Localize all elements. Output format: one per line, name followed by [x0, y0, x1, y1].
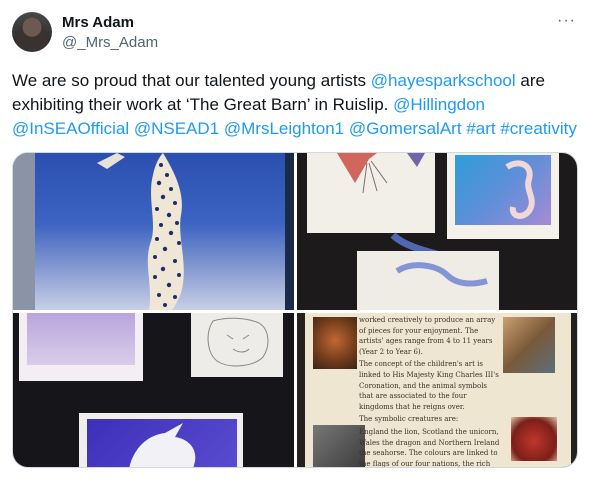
lion-artwork: [313, 317, 357, 369]
tweet-text: We are so proud that our talented young …: [12, 69, 578, 141]
media-photo-1[interactable]: [13, 153, 294, 310]
poster-paragraph: England the lion, Scotland the unicorn, …: [359, 427, 500, 468]
hashtag-link[interactable]: #art: [466, 119, 495, 138]
unicorn-photo: [313, 425, 365, 467]
mention-link[interactable]: @NSEAD1: [134, 119, 219, 138]
mention-link[interactable]: @InSEAOfficial: [12, 119, 129, 138]
poster-paragraph: worked creatively to produce an array of…: [359, 316, 496, 356]
media-photo-4[interactable]: worked creatively to produce an array of…: [297, 313, 577, 468]
unicorn-sketch-figure: [395, 262, 488, 287]
poster-paragraph: The concept of the children's art is lin…: [359, 360, 499, 411]
media-photo-3[interactable]: [13, 313, 294, 467]
poster-paragraph: The symbolic creatures are:: [359, 415, 459, 424]
hashtag-link[interactable]: #creativity: [500, 119, 577, 138]
poster-text: worked creatively to produce an array of…: [359, 315, 501, 468]
collage-artwork: [503, 317, 555, 373]
tweet-text-part: We are so proud that our talented young …: [12, 71, 371, 90]
tweet-card: Mrs Adam @_Mrs_Adam ··· We are so proud …: [0, 0, 590, 486]
author-name[interactable]: Mrs Adam: [62, 14, 134, 31]
avatar[interactable]: [12, 12, 52, 52]
media-grid: worked creatively to produce an array of…: [12, 152, 578, 468]
author-handle[interactable]: @_Mrs_Adam: [62, 34, 158, 51]
mention-link[interactable]: @Hillingdon: [393, 95, 485, 114]
media-photo-2[interactable]: [297, 153, 577, 310]
mention-link[interactable]: @MrsLeighton1: [224, 119, 344, 138]
mention-link[interactable]: @hayesparkschool: [371, 71, 516, 90]
unicorn-figure: [129, 423, 196, 467]
dotted-figure-artwork: [97, 153, 184, 310]
mention-link[interactable]: @GomersalArt: [349, 119, 462, 138]
more-options-icon[interactable]: ···: [557, 12, 576, 30]
dragon-artwork: [511, 417, 557, 461]
